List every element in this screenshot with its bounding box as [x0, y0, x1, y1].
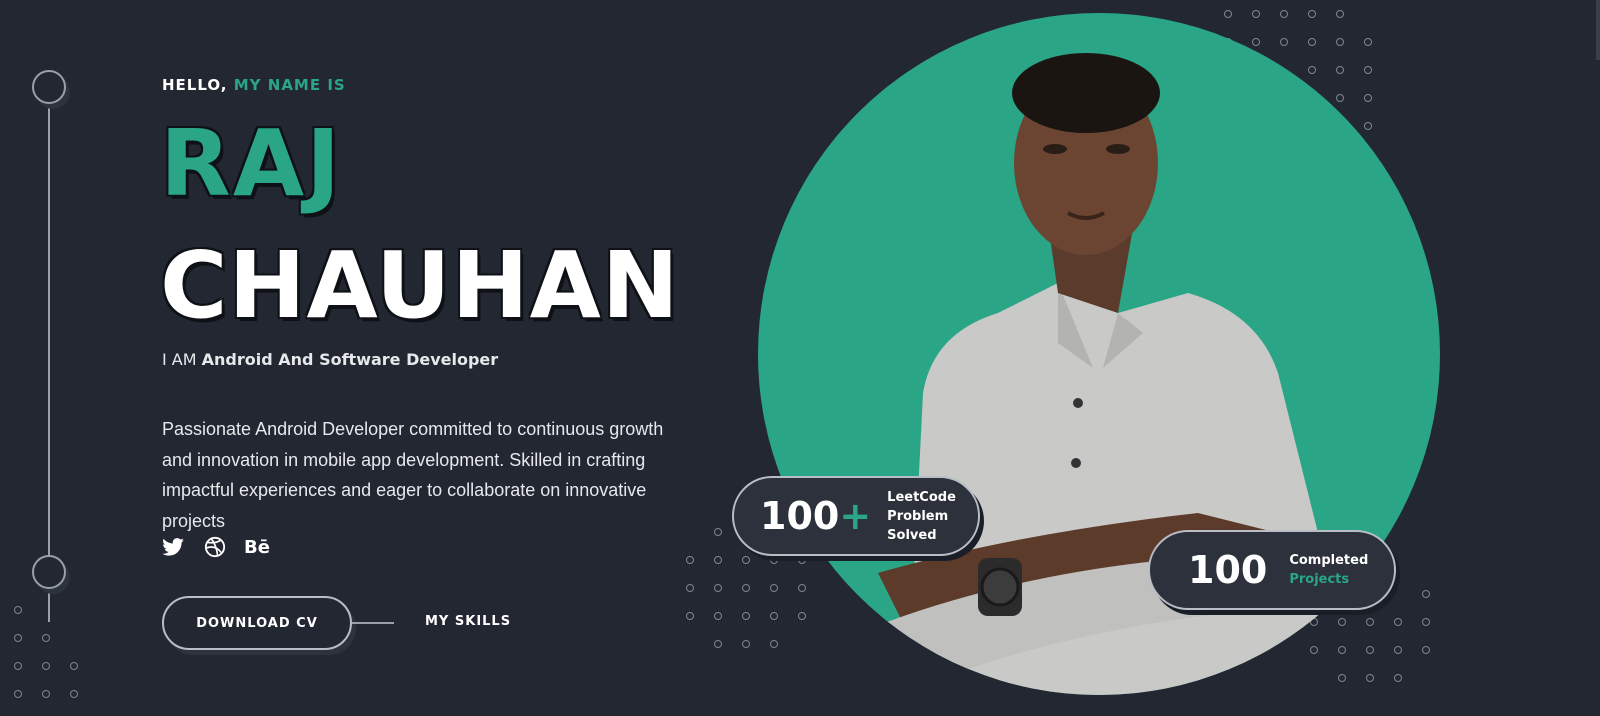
leetcode-stat-label: LeetCode Problem Solved — [887, 488, 978, 545]
leetcode-label-line2: Problem Solved — [887, 508, 949, 543]
role-prefix: I AM — [162, 350, 197, 369]
projects-label-line2: Projects — [1289, 572, 1350, 587]
behance-icon[interactable]: Bē — [244, 536, 270, 558]
leetcode-stat-badge: 100 + LeetCode Problem Solved — [732, 476, 980, 556]
dot-grid-bottom-left — [14, 606, 78, 698]
page-scrollbar[interactable] — [1596, 0, 1600, 60]
social-links: Bē — [162, 536, 270, 558]
projects-stat-badge: 100 Completed Projects — [1148, 530, 1396, 610]
hello-prefix: HELLO, — [162, 76, 228, 94]
my-skills-link[interactable]: MY SKILLS — [425, 614, 511, 629]
first-name: RAJ — [160, 110, 343, 217]
download-cv-button[interactable]: DOWNLOAD CV — [162, 596, 352, 650]
timeline-circle-bottom — [32, 555, 66, 589]
hello-heading: HELLO, MY NAME IS — [162, 76, 346, 94]
leetcode-label-line1: LeetCode — [887, 489, 956, 505]
hello-accent: MY NAME IS — [233, 76, 346, 94]
dribbble-icon[interactable] — [204, 536, 226, 558]
plus-icon: + — [839, 494, 872, 538]
leetcode-stat-value: 100 — [760, 494, 840, 538]
role-line: I AM Android And Software Developer — [162, 350, 498, 369]
role-title: Android And Software Developer — [201, 350, 499, 369]
projects-label-line1: Completed — [1289, 553, 1369, 568]
button-connector-line — [352, 622, 394, 624]
last-name: CHAUHAN — [160, 232, 680, 339]
timeline-line — [48, 104, 50, 622]
hero-description: Passionate Android Developer committed t… — [162, 419, 664, 531]
twitter-icon[interactable] — [162, 536, 184, 558]
projects-stat-label: Completed Projects — [1289, 551, 1368, 589]
projects-stat-value: 100 — [1188, 548, 1268, 592]
timeline-circle-top — [32, 70, 66, 104]
